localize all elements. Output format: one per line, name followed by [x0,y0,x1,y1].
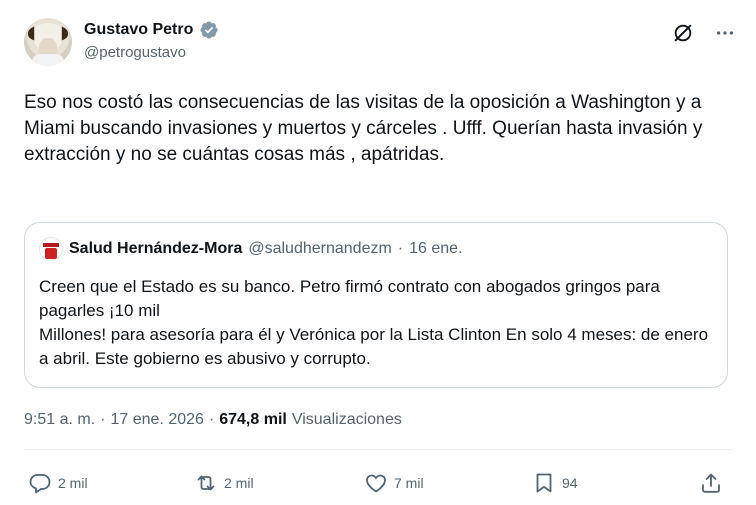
quoted-text-line-1: Creen que el Estado es su banco. Petro f… [39,277,660,320]
quoted-text-line-2: Millones! para asesoría para él y Veróni… [39,325,709,368]
meta-separator: · [100,411,106,428]
tweet-time[interactable]: 9:51 a. m. [24,411,95,429]
divider [24,449,732,450]
share-icon [702,473,720,493]
views-count[interactable]: 674,8 mil [219,411,287,429]
quoted-date[interactable]: 16 ene. [409,240,462,258]
quoted-tweet-header: Salud Hernández-Mora @saludhernandezm · … [39,237,463,261]
repost-count: 2 mil [224,475,254,491]
bookmark-count: 94 [562,475,578,491]
author-handle[interactable]: @petrogustavo [84,44,186,61]
quoted-author-avatar[interactable] [39,237,63,261]
author-name-row: Gustavo Petro [84,20,219,40]
tweet-header: Gustavo Petro @petrogustavo [24,16,736,72]
tweet-text: Eso nos costó las consecuencias de las v… [24,92,703,165]
share-button[interactable] [699,471,723,495]
tweet-date[interactable]: 17 ene. 2026 [110,411,203,429]
quoted-author-handle[interactable]: @saludhernandezm [248,240,391,258]
meta-separator: · [208,411,215,428]
repost-button[interactable]: 2 mil [194,471,254,495]
reply-count: 2 mil [58,475,88,491]
quoted-tweet-text: Creen que el Estado es su banco. Petro f… [39,275,715,371]
reply-button[interactable]: 2 mil [28,471,88,495]
grok-icon[interactable] [672,22,694,44]
repost-icon [197,475,215,491]
quoted-author-name[interactable]: Salud Hernández-Mora [69,240,242,258]
like-button[interactable]: 7 mil [364,471,424,495]
bookmark-button[interactable]: 94 [532,471,578,495]
views-label[interactable]: Visualizaciones [292,411,402,429]
tweet-meta: 9:51 a. m. · 17 ene. 2026 · 674,8 mil Vi… [24,411,402,429]
quoted-tweet[interactable]: Salud Hernández-Mora @saludhernandezm · … [24,222,728,388]
like-count: 7 mil [394,475,424,491]
action-bar: 2 mil 2 mil 7 mil 94 [24,471,736,501]
reply-icon [29,474,51,494]
bookmark-icon [536,473,552,493]
quoted-separator: · [397,240,404,257]
more-icon[interactable] [714,22,736,44]
author-avatar[interactable] [24,18,72,66]
heart-icon [366,474,386,493]
verified-badge-icon[interactable] [199,20,219,40]
author-name[interactable]: Gustavo Petro [84,21,193,39]
